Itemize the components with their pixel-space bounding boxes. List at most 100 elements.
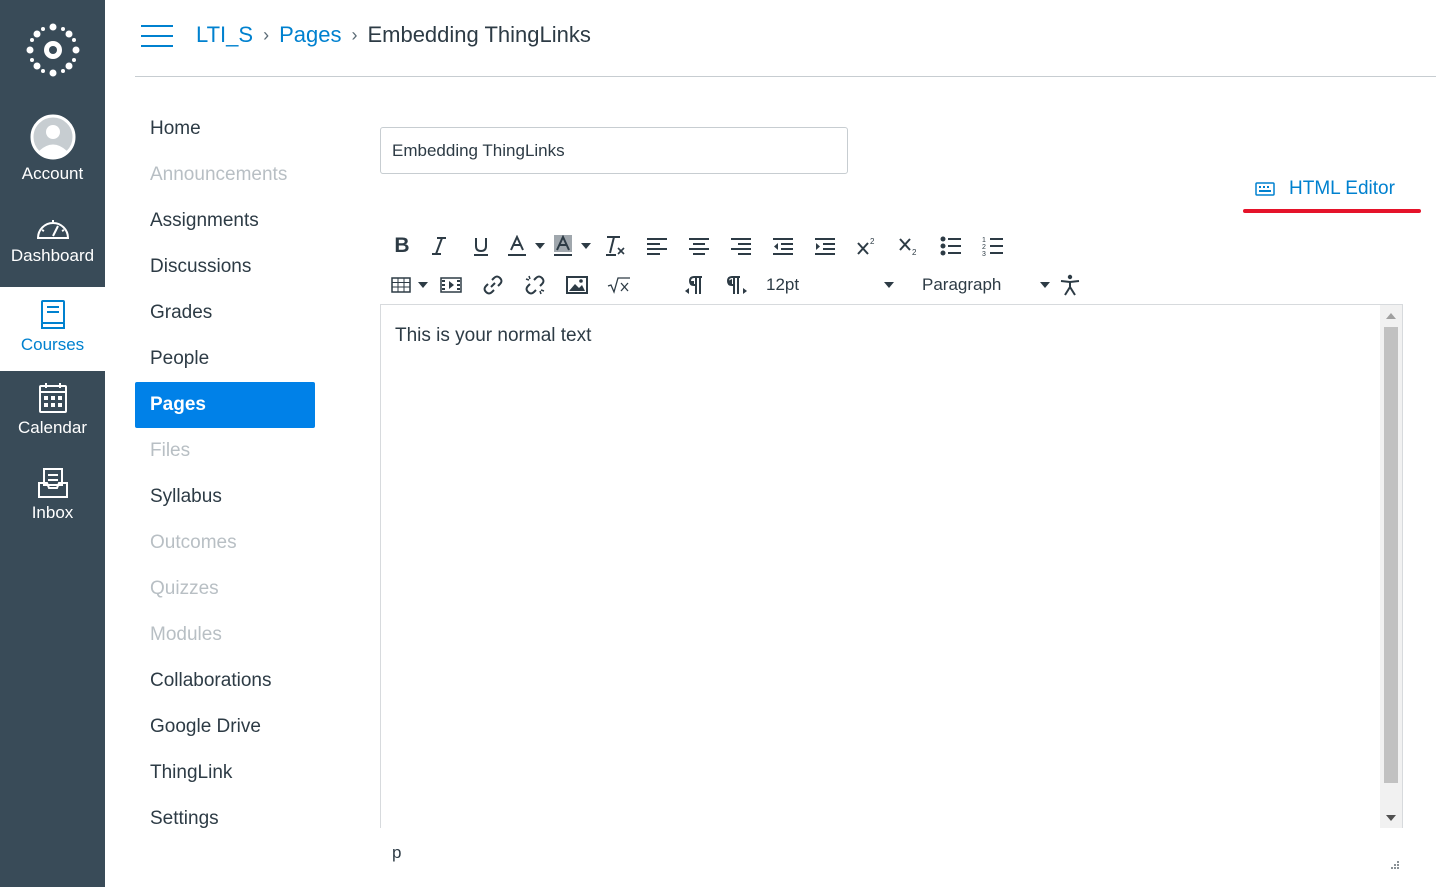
rich-content-editor[interactable]: This is your normal text	[380, 304, 1403, 828]
course-nav-google-drive[interactable]: Google Drive	[135, 704, 315, 750]
table-button[interactable]	[386, 270, 416, 300]
link-button[interactable]	[472, 270, 514, 300]
caret-down-icon	[884, 282, 894, 288]
editor-toolbar-row-1: B 2 2 123	[386, 231, 1014, 261]
html-editor-label: HTML Editor	[1289, 178, 1395, 199]
align-right-icon	[731, 238, 751, 255]
editor-scrollbar[interactable]	[1380, 305, 1402, 828]
align-right-button[interactable]	[720, 231, 762, 261]
bullet-list-button[interactable]	[930, 231, 972, 261]
global-nav-courses[interactable]: Courses	[0, 287, 105, 371]
align-center-button[interactable]	[678, 231, 720, 261]
text-color-dropdown[interactable]	[532, 231, 548, 261]
background-color-dropdown[interactable]	[578, 231, 594, 261]
text-color-button[interactable]	[502, 231, 532, 261]
course-nav-announcements[interactable]: Announcements	[135, 152, 315, 198]
global-nav-account[interactable]: Account	[0, 114, 105, 198]
clear-formatting-button[interactable]	[594, 231, 636, 261]
unlink-button[interactable]	[514, 270, 556, 300]
font-size-select[interactable]: 12pt	[766, 270, 896, 300]
course-nav-collaborations[interactable]: Collaborations	[135, 658, 315, 704]
breadcrumb-pages[interactable]: Pages	[279, 22, 341, 48]
courses-icon	[40, 300, 65, 329]
bullet-list-icon	[940, 236, 961, 256]
course-nav-settings[interactable]: Settings	[135, 796, 315, 842]
numbered-list-button[interactable]: 123	[972, 231, 1014, 261]
course-nav-assignments[interactable]: Assignments	[135, 198, 315, 244]
scroll-up-icon[interactable]	[1386, 313, 1396, 319]
caret-down-icon	[581, 243, 591, 249]
course-nav-outcomes[interactable]: Outcomes	[135, 520, 315, 566]
italic-button[interactable]	[418, 231, 460, 261]
global-nav-inbox-label: Inbox	[31, 503, 74, 522]
global-nav-dashboard-label: Dashboard	[10, 246, 95, 265]
table-dropdown[interactable]	[416, 270, 430, 300]
subscript-icon: 2	[899, 238, 917, 256]
avatar-icon	[30, 114, 75, 160]
course-nav-syllabus[interactable]: Syllabus	[135, 474, 315, 520]
equation-button[interactable]	[598, 270, 640, 300]
svg-text:2: 2	[870, 237, 875, 246]
svg-text:2: 2	[912, 248, 917, 256]
block-format-select[interactable]: Paragraph	[922, 270, 1052, 300]
indent-button[interactable]	[804, 231, 846, 261]
course-nav-people[interactable]: People	[135, 336, 315, 382]
image-icon	[566, 276, 588, 294]
global-nav-calendar[interactable]: Calendar	[0, 382, 105, 466]
course-nav-files[interactable]: Files	[135, 428, 315, 474]
editor-status-path: p	[392, 843, 402, 862]
image-button[interactable]	[556, 270, 598, 300]
svg-text:2: 2	[982, 244, 986, 251]
link-icon	[483, 275, 503, 295]
breadcrumb-course[interactable]: LTI_S	[196, 22, 253, 48]
scrollbar-thumb[interactable]	[1384, 327, 1398, 783]
rtl-button[interactable]	[716, 270, 758, 300]
hamburger-menu-icon[interactable]	[141, 25, 173, 49]
svg-text:1: 1	[982, 237, 986, 244]
course-nav-modules[interactable]: Modules	[135, 612, 315, 658]
block-format-value: Paragraph	[922, 275, 1002, 294]
table-icon	[391, 277, 411, 293]
scroll-down-icon[interactable]	[1386, 815, 1396, 821]
bold-button[interactable]: B	[386, 231, 418, 261]
header: LTI_S › Pages › Embedding ThingLinks	[135, 0, 1436, 77]
accessibility-icon	[1060, 274, 1080, 296]
ltr-button[interactable]	[674, 270, 716, 300]
global-nav-dashboard[interactable]: Dashboard	[0, 214, 105, 298]
page-title-input[interactable]: Embedding ThingLinks	[380, 127, 848, 174]
align-left-button[interactable]	[636, 231, 678, 261]
ltr-icon	[685, 276, 702, 294]
media-button[interactable]	[430, 270, 472, 300]
align-center-icon	[689, 238, 709, 255]
global-nav-account-label: Account	[21, 164, 84, 183]
dashboard-icon	[36, 220, 69, 239]
indent-icon	[815, 238, 835, 255]
course-nav-thinglink[interactable]: ThingLink	[135, 750, 315, 796]
course-nav-discussions[interactable]: Discussions	[135, 244, 315, 290]
equation-icon	[607, 277, 630, 294]
html-editor-link[interactable]: HTML Editor	[1255, 176, 1395, 202]
outdent-button[interactable]	[762, 231, 804, 261]
highlight-underline	[1243, 209, 1421, 213]
font-size-value: 12pt	[766, 275, 800, 294]
superscript-button[interactable]: 2	[846, 231, 888, 261]
resize-handle-icon[interactable]	[1386, 858, 1400, 872]
align-left-icon	[647, 238, 667, 255]
course-nav-grades[interactable]: Grades	[135, 290, 315, 336]
global-nav-courses-label: Courses	[20, 335, 85, 354]
accessibility-checker-button[interactable]	[1052, 270, 1088, 300]
subscript-button[interactable]: 2	[888, 231, 930, 261]
superscript-icon: 2	[857, 237, 875, 255]
caret-down-icon	[418, 282, 428, 288]
underline-button[interactable]	[460, 231, 502, 261]
breadcrumb: LTI_S › Pages › Embedding ThingLinks	[196, 22, 591, 48]
svg-text:3: 3	[982, 251, 986, 256]
editor-body-text[interactable]: This is your normal text	[395, 325, 591, 347]
background-color-button[interactable]	[548, 231, 578, 261]
media-icon	[440, 277, 462, 293]
course-nav-pages[interactable]: Pages	[135, 382, 315, 428]
course-nav-quizzes[interactable]: Quizzes	[135, 566, 315, 612]
course-nav-home[interactable]: Home	[135, 106, 315, 152]
canvas-logo-icon[interactable]	[0, 0, 105, 100]
global-nav-inbox[interactable]: Inbox	[0, 467, 105, 551]
